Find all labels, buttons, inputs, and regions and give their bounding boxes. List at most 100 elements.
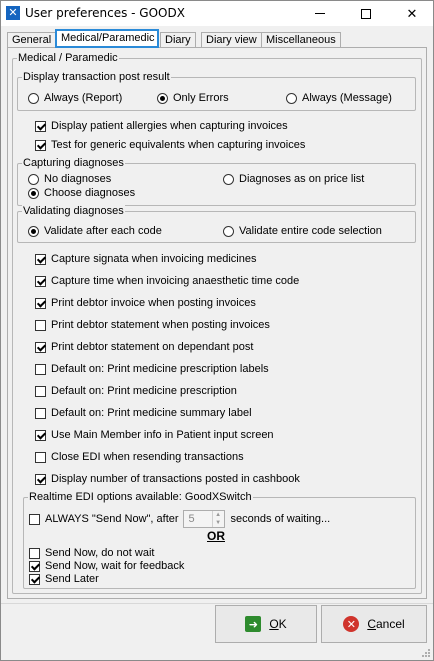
checkbox[interactable]: [35, 139, 46, 151]
checkbox-label: Display patient allergies when capturing…: [51, 120, 288, 132]
radio-button[interactable]: [28, 173, 39, 185]
check-send-now-no-wait[interactable]: Send Now, do not wait: [29, 546, 154, 560]
check-prescription-labels[interactable]: Default on: Print medicine prescription …: [35, 362, 269, 376]
validating-diagnoses-group: Validating diagnoses Validate after each…: [17, 205, 416, 243]
check-prescription[interactable]: Default on: Print medicine prescription: [35, 384, 237, 398]
radio-label: Validate entire code selection: [239, 225, 382, 237]
checkbox-label: Capture signata when invoicing medicines: [51, 253, 257, 265]
cancel-label: Cancel: [367, 617, 405, 631]
tab-diary[interactable]: Diary: [160, 32, 196, 48]
checkbox[interactable]: [29, 573, 40, 585]
radio-label: No diagnoses: [44, 173, 112, 185]
cancel-x-icon: ✕: [343, 616, 360, 632]
minimize-button[interactable]: [297, 1, 343, 26]
checkbox[interactable]: [35, 275, 46, 287]
ok-label: OK: [269, 617, 287, 631]
check-capture-time[interactable]: Capture time when invoicing anaesthetic …: [35, 274, 299, 288]
radio-validate-entire[interactable]: Validate entire code selection: [223, 224, 382, 238]
radio-only-errors[interactable]: Only Errors: [157, 91, 229, 105]
seconds-suffix-label: seconds of waiting...: [230, 513, 331, 525]
radio-always-report[interactable]: Always (Report): [28, 91, 122, 105]
checkbox[interactable]: [35, 253, 46, 265]
check-always-send-now[interactable]: ALWAYS "Send Now", after 5 ▲ ▼ seconds o…: [29, 509, 330, 529]
tab-general[interactable]: General: [7, 32, 57, 48]
post-result-group: Display transaction post result Always (…: [17, 71, 416, 111]
checkbox-label: Display number of transactions posted in…: [51, 473, 300, 485]
radio-no-diagnoses[interactable]: No diagnoses: [28, 172, 111, 186]
checkbox[interactable]: [29, 513, 40, 525]
radio-label: Choose diagnoses: [44, 187, 136, 199]
section-title: Medical / Paramedic: [17, 52, 119, 64]
radio-button[interactable]: [28, 92, 39, 104]
maximize-button[interactable]: [343, 1, 389, 26]
checkbox[interactable]: [35, 341, 46, 353]
close-button[interactable]: ✕: [389, 1, 434, 26]
medical-paramedic-group: Medical / Paramedic Display transaction …: [12, 52, 422, 594]
radio-label: Always (Message): [302, 92, 392, 104]
check-close-edi[interactable]: Close EDI when resending transactions: [35, 450, 244, 464]
radio-label: Only Errors: [173, 92, 229, 104]
check-summary-label[interactable]: Default on: Print medicine summary label: [35, 406, 252, 420]
check-print-debtor-invoice[interactable]: Print debtor invoice when posting invoic…: [35, 296, 256, 310]
radio-always-message[interactable]: Always (Message): [286, 91, 392, 105]
check-generic-equivalents[interactable]: Test for generic equivalents when captur…: [35, 138, 305, 152]
spin-up-icon[interactable]: ▲: [213, 511, 224, 519]
or-label: OR: [207, 529, 225, 543]
checkbox[interactable]: [35, 385, 46, 397]
checkbox-label: Capture time when invoicing anaesthetic …: [51, 275, 300, 287]
seconds-value[interactable]: 5: [184, 513, 212, 525]
checkbox-label: Send Later: [45, 573, 99, 585]
seconds-spinbox[interactable]: 5 ▲ ▼: [182, 510, 225, 528]
radio-diagnoses-price-list[interactable]: Diagnoses as on price list: [223, 172, 364, 186]
check-print-statement-dependant[interactable]: Print debtor statement on dependant post: [35, 340, 253, 354]
check-main-member-info[interactable]: Use Main Member info in Patient input sc…: [35, 428, 274, 442]
tab-medical-paramedic[interactable]: Medical/Paramedic: [55, 29, 159, 48]
radio-validate-each-code[interactable]: Validate after each code: [28, 224, 162, 238]
checkbox[interactable]: [35, 297, 46, 309]
radio-button[interactable]: [28, 225, 39, 237]
checkbox[interactable]: [35, 319, 46, 331]
ok-button[interactable]: ➜ OK: [215, 605, 317, 643]
radio-button[interactable]: [223, 173, 234, 185]
checkbox[interactable]: [35, 473, 46, 485]
resize-grip-icon[interactable]: [421, 648, 431, 658]
radio-button[interactable]: [28, 187, 39, 199]
tab-diary-view[interactable]: Diary view: [201, 32, 262, 48]
enter-arrow-icon: ➜: [245, 616, 262, 632]
radio-button[interactable]: [223, 225, 234, 237]
check-capture-signata[interactable]: Capture signata when invoicing medicines: [35, 252, 256, 266]
radio-label: Validate after each code: [44, 225, 162, 237]
check-patient-allergies[interactable]: Display patient allergies when capturing…: [35, 119, 288, 133]
check-send-now-feedback[interactable]: Send Now, wait for feedback: [29, 559, 184, 573]
radio-button[interactable]: [157, 92, 168, 104]
checkbox[interactable]: [35, 407, 46, 419]
checkbox-label: Print debtor invoice when posting invoic…: [51, 297, 256, 309]
checkbox[interactable]: [29, 560, 40, 572]
checkbox[interactable]: [35, 363, 46, 375]
checkbox-label: Print debtor statement on dependant post: [51, 341, 254, 353]
radio-choose-diagnoses[interactable]: Choose diagnoses: [28, 186, 135, 200]
check-transactions-cashbook[interactable]: Display number of transactions posted in…: [35, 472, 300, 486]
title-bar[interactable]: ✕ User preferences - GOODX ✕: [1, 1, 433, 26]
checkbox[interactable]: [35, 451, 46, 463]
checkbox-label: Send Now, wait for feedback: [45, 560, 185, 572]
spin-arrows[interactable]: ▲ ▼: [211, 511, 224, 527]
tab-panel-medical: Medical / Paramedic Display transaction …: [7, 47, 427, 599]
radio-button[interactable]: [286, 92, 297, 104]
tab-miscellaneous[interactable]: Miscellaneous: [261, 32, 341, 48]
checkbox[interactable]: [35, 429, 46, 441]
spin-down-icon[interactable]: ▼: [213, 519, 224, 527]
checkbox-label: Use Main Member info in Patient input sc…: [51, 429, 274, 441]
check-print-debtor-statement[interactable]: Print debtor statement when posting invo…: [35, 318, 270, 332]
goodx-app-icon: ✕: [6, 6, 20, 20]
checkbox-label: Default on: Print medicine summary label: [51, 407, 252, 419]
close-icon: ✕: [406, 5, 418, 21]
checkbox[interactable]: [35, 120, 46, 132]
validating-diagnoses-legend: Validating diagnoses: [22, 205, 125, 217]
check-send-later[interactable]: Send Later: [29, 572, 99, 586]
checkbox[interactable]: [29, 547, 40, 559]
post-result-legend: Display transaction post result: [22, 71, 171, 83]
maximize-icon: [361, 8, 371, 19]
checkbox-label: Send Now, do not wait: [45, 547, 155, 559]
cancel-button[interactable]: ✕ Cancel: [321, 605, 427, 643]
